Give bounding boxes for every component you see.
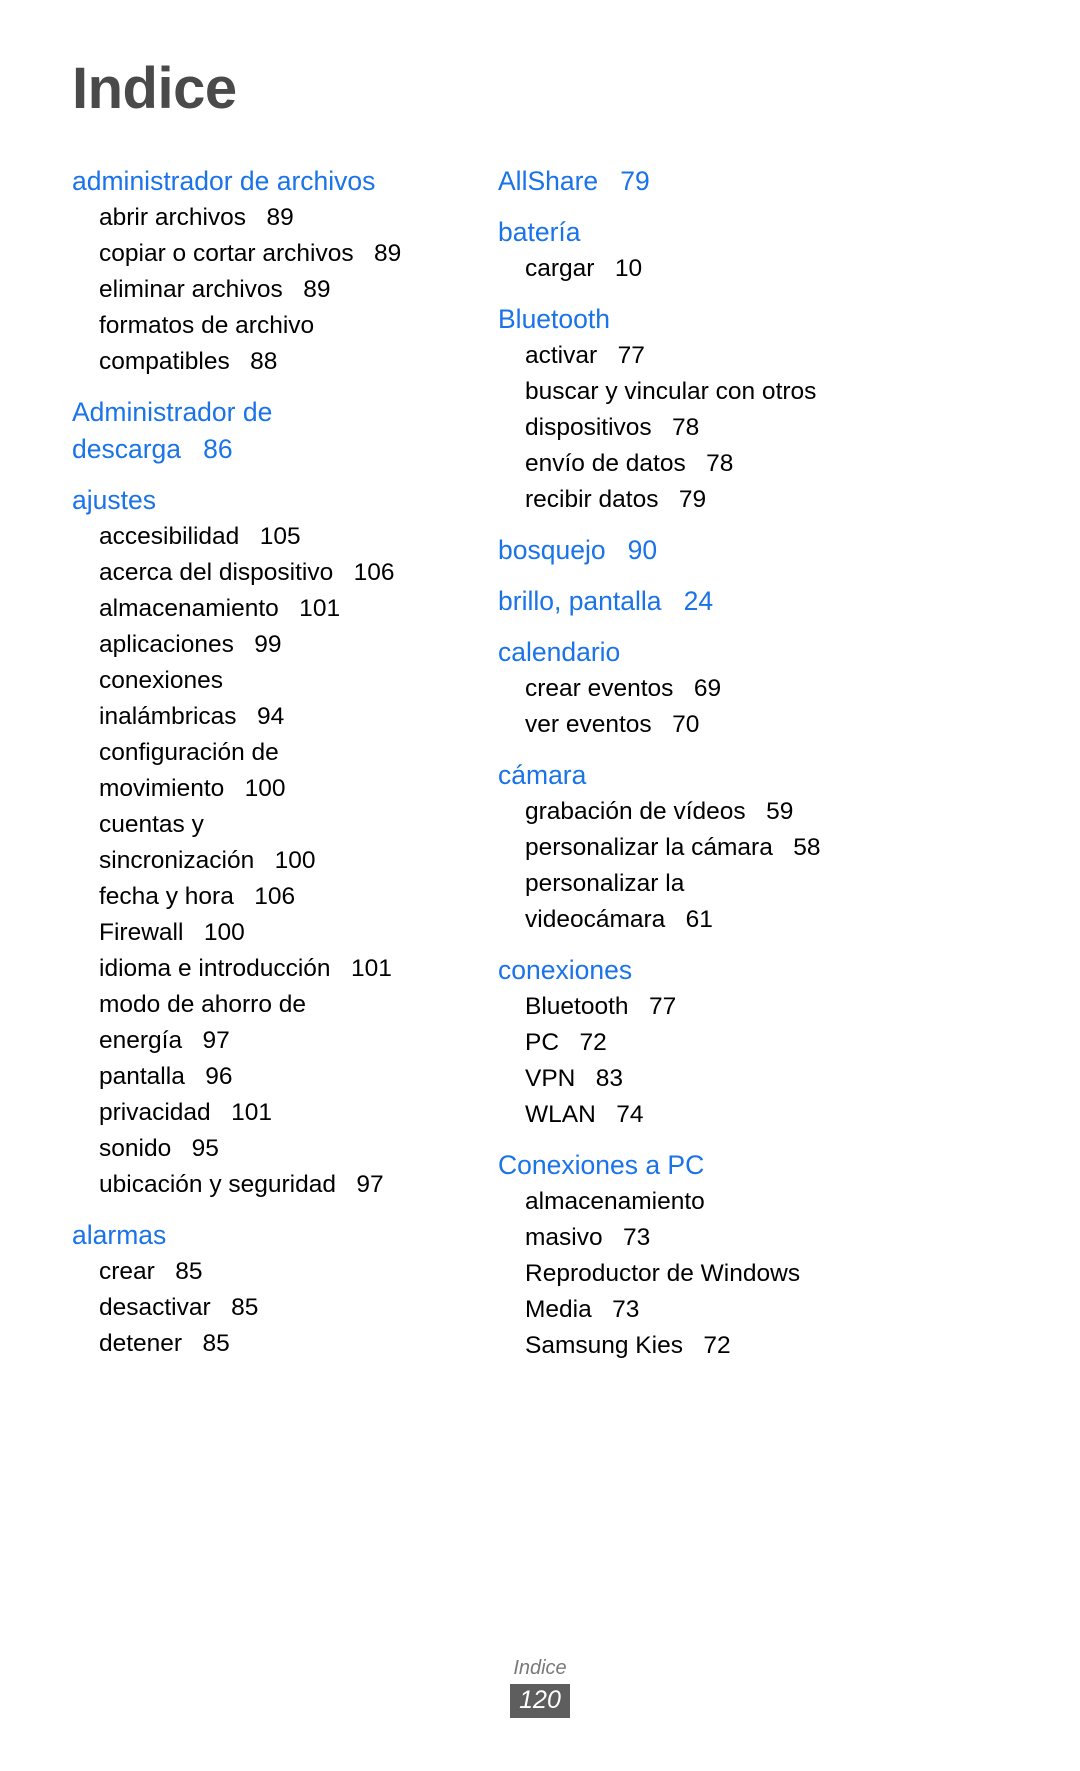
index-subentry[interactable]: ver eventos 70	[498, 707, 960, 743]
page-number-badge: 120	[510, 1684, 570, 1718]
index-heading[interactable]: Conexiones a PC	[498, 1147, 960, 1184]
index-subentry[interactable]: detener 85	[72, 1326, 460, 1362]
index-subentry[interactable]: conexiones inalámbricas 94	[72, 663, 460, 735]
index-heading[interactable]: cámara	[498, 757, 960, 794]
index-subentry[interactable]: desactivar 85	[72, 1290, 460, 1326]
index-subentry[interactable]: idioma e introducción 101	[72, 951, 460, 987]
index-column-left: administrador de archivos abrir archivos…	[0, 163, 470, 1378]
index-heading[interactable]: alarmas	[72, 1217, 460, 1254]
index-subentry[interactable]: envío de datos 78	[498, 446, 960, 482]
index-subentry[interactable]: activar 77	[498, 338, 960, 374]
footer-page-wrapper: 120	[0, 1684, 1080, 1718]
index-subentry[interactable]: personalizar la cámara 58	[498, 830, 960, 866]
index-subentry[interactable]: copiar o cortar archivos 89	[72, 236, 460, 272]
index-entry-group: brillo, pantalla 24	[498, 583, 960, 620]
index-entry-group: cámara grabación de vídeos 59 personaliz…	[498, 757, 960, 938]
index-subentry[interactable]: configuración de movimiento 100	[72, 735, 460, 807]
index-columns: administrador de archivos abrir archivos…	[0, 163, 1080, 1378]
index-subentry[interactable]: pantalla 96	[72, 1059, 460, 1095]
index-subentry[interactable]: Reproductor de Windows Media 73	[498, 1256, 960, 1328]
index-column-right: AllShare 79 batería cargar 10 Bluetooth …	[470, 163, 970, 1378]
index-heading[interactable]: Bluetooth	[498, 301, 960, 338]
index-entry-group: batería cargar 10	[498, 214, 960, 287]
page-footer: Indice 120	[0, 1655, 1080, 1718]
index-entry-group: alarmas crear 85 desactivar 85 detener 8…	[72, 1217, 460, 1362]
index-subentry[interactable]: formatos de archivo compatibles 88	[72, 308, 460, 380]
index-heading[interactable]: administrador de archivos	[72, 163, 460, 200]
index-subentry[interactable]: eliminar archivos 89	[72, 272, 460, 308]
index-heading[interactable]: batería	[498, 214, 960, 251]
index-entry-group: Administrador de descarga 86	[72, 394, 460, 468]
index-subentry[interactable]: Samsung Kies 72	[498, 1328, 960, 1364]
index-page: Indice administrador de archivos abrir a…	[0, 0, 1080, 1771]
index-subentry[interactable]: modo de ahorro de energía 97	[72, 987, 460, 1059]
index-entry-group: Bluetooth activar 77 buscar y vincular c…	[498, 301, 960, 518]
index-subentry[interactable]: personalizar la videocámara 61	[498, 866, 960, 938]
index-subentry[interactable]: cargar 10	[498, 251, 960, 287]
index-subentry[interactable]: recibir datos 79	[498, 482, 960, 518]
index-subentry[interactable]: buscar y vincular con otros dispositivos…	[498, 374, 960, 446]
index-entry-group: Conexiones a PC almacenamiento masivo 73…	[498, 1147, 960, 1364]
index-subentry[interactable]: Firewall 100	[72, 915, 460, 951]
page-title: Indice	[72, 56, 237, 121]
index-subentry[interactable]: aplicaciones 99	[72, 627, 460, 663]
index-subentry[interactable]: PC 72	[498, 1025, 960, 1061]
index-subentry[interactable]: sonido 95	[72, 1131, 460, 1167]
index-entry-group: administrador de archivos abrir archivos…	[72, 163, 460, 380]
index-heading[interactable]: bosquejo 90	[498, 532, 960, 569]
index-subentry[interactable]: acerca del dispositivo 106	[72, 555, 460, 591]
index-subentry[interactable]: fecha y hora 106	[72, 879, 460, 915]
index-entry-group: conexiones Bluetooth 77 PC 72 VPN 83 WLA…	[498, 952, 960, 1133]
index-heading[interactable]: AllShare 79	[498, 163, 960, 200]
index-heading[interactable]: calendario	[498, 634, 960, 671]
index-subentry[interactable]: grabación de vídeos 59	[498, 794, 960, 830]
index-subentry[interactable]: WLAN 74	[498, 1097, 960, 1133]
index-entry-group: ajustes accesibilidad 105 acerca del dis…	[72, 482, 460, 1203]
index-subentry[interactable]: privacidad 101	[72, 1095, 460, 1131]
index-entry-group: bosquejo 90	[498, 532, 960, 569]
index-heading[interactable]: brillo, pantalla 24	[498, 583, 960, 620]
index-subentry[interactable]: almacenamiento 101	[72, 591, 460, 627]
index-subentry[interactable]: cuentas y sincronización 100	[72, 807, 460, 879]
index-subentry[interactable]: crear eventos 69	[498, 671, 960, 707]
footer-label: Indice	[513, 1657, 567, 1679]
index-heading[interactable]: conexiones	[498, 952, 960, 989]
index-subentry[interactable]: almacenamiento masivo 73	[498, 1184, 960, 1256]
index-heading[interactable]: Administrador de descarga 86	[72, 394, 460, 468]
index-entry-group: calendario crear eventos 69 ver eventos …	[498, 634, 960, 743]
index-subentry[interactable]: ubicación y seguridad 97	[72, 1167, 460, 1203]
index-subentry[interactable]: abrir archivos 89	[72, 200, 460, 236]
index-entry-group: AllShare 79	[498, 163, 960, 200]
index-subentry[interactable]: VPN 83	[498, 1061, 960, 1097]
index-subentry[interactable]: crear 85	[72, 1254, 460, 1290]
index-heading[interactable]: ajustes	[72, 482, 460, 519]
index-subentry[interactable]: accesibilidad 105	[72, 519, 460, 555]
index-subentry[interactable]: Bluetooth 77	[498, 989, 960, 1025]
